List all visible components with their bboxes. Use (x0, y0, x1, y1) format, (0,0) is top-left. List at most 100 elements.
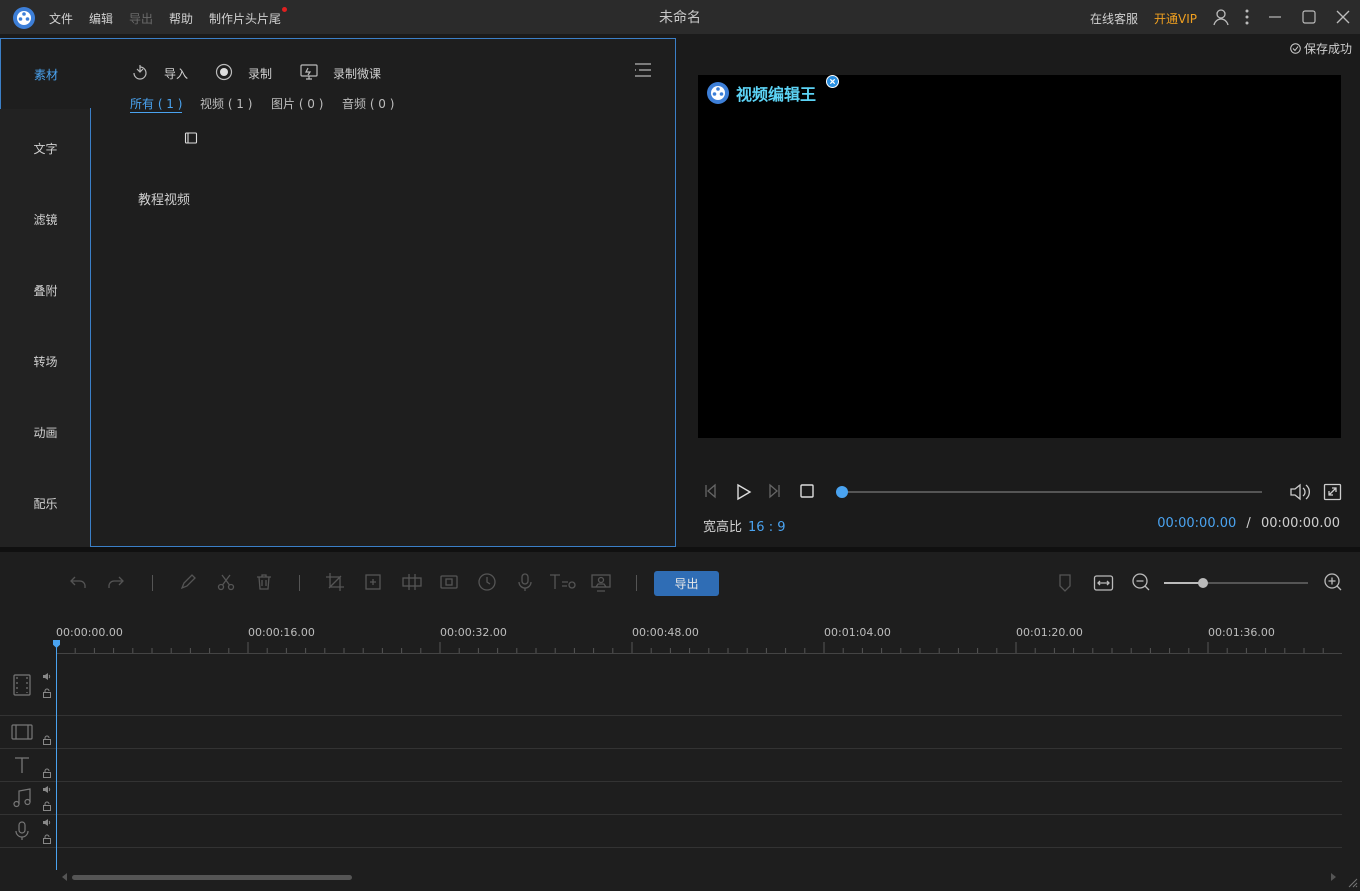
music-track-icon (12, 787, 32, 809)
watermark-text: 视频编辑王 (736, 85, 817, 104)
tab-animation[interactable]: 动画 (0, 397, 91, 468)
record-icon[interactable] (215, 63, 233, 81)
video-track-main[interactable] (0, 654, 1342, 716)
delete-icon[interactable] (254, 572, 274, 592)
aspect-ratio-label: 宽高比 (703, 520, 743, 535)
zoom-in-icon[interactable] (1323, 572, 1343, 592)
crop-icon[interactable] (325, 572, 345, 592)
minimize-icon[interactable] (1265, 7, 1285, 27)
edit-icon[interactable] (178, 572, 198, 592)
export-button[interactable]: 导出 (654, 571, 719, 596)
voice-track[interactable] (0, 815, 1342, 848)
zoom-slider-handle[interactable] (1197, 578, 1208, 588)
tab-transition[interactable]: 转场 (0, 326, 91, 397)
tab-material[interactable]: 素材 (0, 38, 91, 109)
volume-icon[interactable] (1288, 482, 1310, 502)
ruler-tick-label: 00:00:00.00 (56, 626, 123, 639)
media-thumbnail-icon[interactable] (184, 131, 198, 145)
media-item-name[interactable]: 教程视频 (138, 189, 190, 208)
video-preview[interactable] (698, 75, 1341, 438)
progress-track[interactable] (842, 491, 1262, 493)
list-view-icon[interactable] (633, 61, 653, 79)
screen-record-icon[interactable] (299, 63, 319, 81)
scroll-left-icon[interactable] (62, 873, 68, 881)
cut-icon[interactable] (216, 572, 236, 592)
zoom-region-icon[interactable] (363, 572, 383, 592)
filter-audio[interactable]: 音频 ( 0 ) (342, 95, 394, 112)
filter-all[interactable]: 所有 ( 1 ) (130, 95, 183, 113)
track-lock-icon[interactable] (42, 768, 52, 778)
stop-icon[interactable] (799, 483, 815, 499)
filter-video[interactable]: 视频 ( 1 ) (200, 95, 252, 112)
aspect-ratio: 宽高比 16 : 9 (703, 516, 785, 535)
freeze-frame-icon[interactable] (439, 572, 459, 592)
menu-edit[interactable]: 编辑 (89, 10, 113, 27)
video-track-overlay[interactable] (0, 716, 1342, 749)
track-lock-icon[interactable] (42, 801, 52, 811)
record-button[interactable]: 录制 (248, 65, 272, 82)
time-separator: / (1246, 516, 1251, 531)
track-lock-icon[interactable] (42, 834, 52, 844)
import-icon[interactable] (131, 63, 149, 81)
maximize-icon[interactable] (1299, 7, 1319, 27)
film-track-icon (12, 673, 32, 697)
horizontal-scrollbar[interactable] (72, 875, 352, 880)
progress-handle[interactable] (836, 486, 848, 498)
menu-help[interactable]: 帮助 (169, 10, 193, 27)
fullscreen-icon[interactable] (1323, 483, 1342, 501)
track-lock-icon[interactable] (42, 688, 52, 698)
prev-frame-icon[interactable] (702, 482, 720, 500)
ruler-tick-label: 00:00:48.00 (632, 626, 699, 639)
text-to-speech-icon[interactable] (548, 572, 578, 592)
mic-track-icon (13, 820, 31, 842)
menu-file[interactable]: 文件 (49, 10, 73, 27)
check-circle-icon (1290, 43, 1301, 54)
user-icon[interactable] (1211, 7, 1231, 27)
online-service-link[interactable]: 在线客服 (1090, 10, 1138, 27)
picture-in-picture-icon[interactable] (590, 572, 612, 592)
more-options-icon[interactable] (1237, 7, 1257, 27)
menu-export[interactable]: 导出 (129, 10, 153, 27)
current-time: 00:00:00.00 (1157, 516, 1237, 531)
watermark: 视频编辑王 (706, 81, 816, 105)
record-lesson-button[interactable]: 录制微课 (333, 65, 381, 82)
import-button[interactable]: 导入 (164, 65, 188, 82)
zoom-out-icon[interactable] (1131, 572, 1151, 592)
next-frame-icon[interactable] (765, 482, 783, 500)
save-status-text: 保存成功 (1304, 42, 1353, 56)
track-volume-icon[interactable] (42, 785, 52, 794)
track-lock-icon[interactable] (42, 735, 52, 745)
tab-filter[interactable]: 滤镜 (0, 184, 91, 255)
filter-image[interactable]: 图片 ( 0 ) (271, 95, 323, 112)
voiceover-icon[interactable] (515, 572, 535, 592)
tab-music[interactable]: 配乐 (0, 468, 91, 539)
toolbar-divider (299, 575, 300, 591)
tab-overlay[interactable]: 叠附 (0, 255, 91, 326)
play-icon[interactable] (733, 482, 753, 502)
track-volume-icon[interactable] (42, 672, 52, 681)
marker-icon[interactable] (1056, 573, 1074, 593)
aspect-ratio-value[interactable]: 16 : 9 (748, 520, 785, 535)
text-track[interactable] (0, 749, 1342, 782)
vip-link[interactable]: 开通VIP (1154, 10, 1197, 27)
ruler-tick-label: 00:00:32.00 (440, 626, 507, 639)
toolbar-divider (152, 575, 153, 591)
total-time: 00:00:00.00 (1260, 516, 1340, 531)
zoom-slider-track[interactable] (1164, 582, 1308, 584)
ruler-ticks (56, 642, 1324, 653)
menu-intro-outro[interactable]: 制作片头片尾 (209, 10, 281, 27)
watermark-close-icon[interactable] (826, 75, 839, 88)
ruler-tick-label: 00:01:36.00 (1208, 626, 1275, 639)
mosaic-icon[interactable] (401, 572, 423, 592)
close-icon[interactable] (1333, 7, 1353, 27)
playhead[interactable] (56, 640, 57, 870)
tab-text[interactable]: 文字 (0, 113, 91, 184)
scroll-right-icon[interactable] (1330, 873, 1336, 881)
music-track[interactable] (0, 782, 1342, 815)
resize-grip-icon[interactable] (1348, 878, 1358, 888)
undo-icon[interactable] (68, 572, 88, 592)
fit-timeline-icon[interactable] (1093, 573, 1114, 593)
redo-icon[interactable] (106, 572, 126, 592)
track-volume-icon[interactable] (42, 818, 52, 827)
duration-icon[interactable] (477, 572, 497, 592)
